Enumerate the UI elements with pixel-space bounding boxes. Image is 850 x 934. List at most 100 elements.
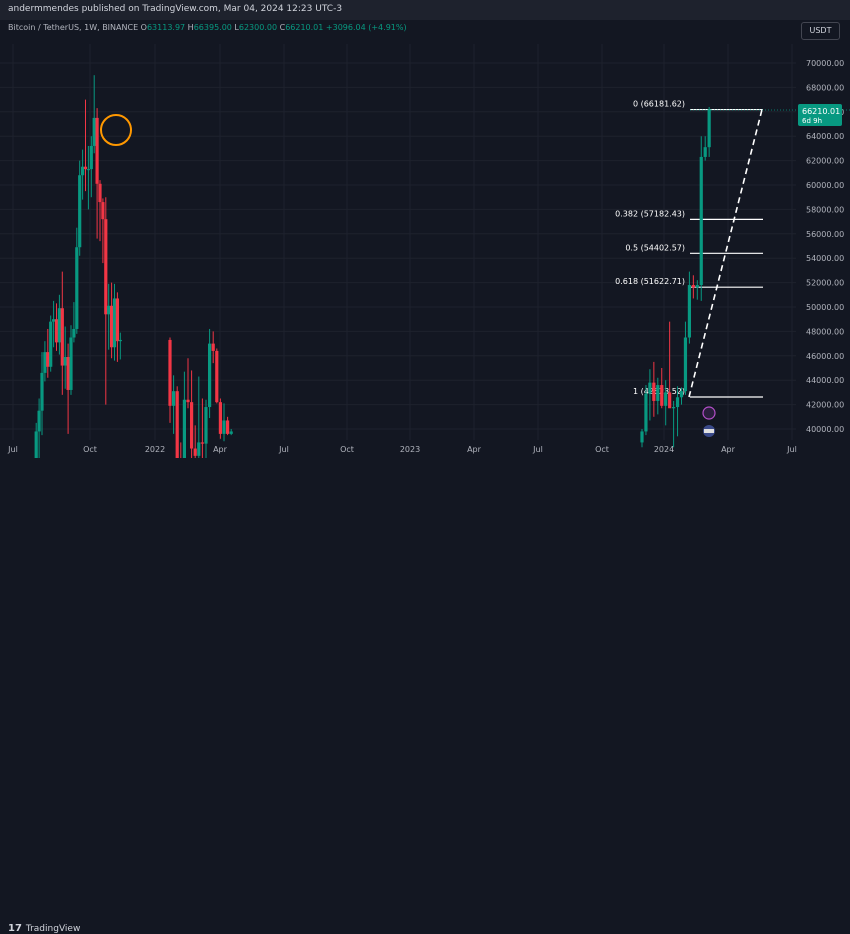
time-tick-label: Apr — [721, 445, 736, 454]
candle-body — [215, 350, 219, 403]
candle-body — [679, 391, 684, 398]
currency-button[interactable]: USDT — [801, 22, 840, 40]
price-tick-label: 54000.00 — [806, 254, 844, 263]
fib-level-label: 0.5 (54402.57) — [625, 243, 685, 252]
change-value: +3096.04 (+4.91%) — [325, 23, 407, 32]
price-tick-label: 40000.00 — [806, 425, 844, 434]
price-tick-label: 68000.00 — [806, 83, 844, 92]
time-tick-label: Apr — [213, 445, 228, 454]
candle-body — [668, 392, 672, 409]
candle-body — [707, 109, 711, 148]
candle-body — [115, 298, 119, 342]
time-tick-label: 2022 — [145, 445, 165, 454]
price-tick-label: 46000.00 — [806, 352, 844, 361]
candle-body — [54, 319, 59, 343]
price-tick-label: 70000.00 — [806, 59, 844, 68]
ohlc-key: C — [277, 23, 286, 32]
candle-body — [186, 399, 190, 403]
fib-level-label: 0 (66181.62) — [633, 100, 685, 109]
candle-body — [652, 382, 656, 401]
price-tick-label: 50000.00 — [806, 303, 844, 312]
candle-body — [190, 402, 194, 449]
candle-body — [229, 431, 233, 434]
candle-body — [703, 147, 707, 157]
price-axis: 70000.0068000.0066000.0064000.0062000.00… — [798, 59, 844, 434]
candle-body — [104, 219, 108, 315]
price-tick-label: 48000.00 — [806, 327, 844, 336]
time-tick-label: Jul — [786, 445, 797, 454]
candle-body — [118, 339, 122, 342]
price-chart[interactable]: 0 (66181.62) 0.382 (57182.43) 0.5 (54402.5… — [0, 0, 850, 482]
candle-body — [57, 308, 61, 343]
time-tick-label: Oct — [340, 445, 354, 454]
candle-body — [69, 337, 73, 390]
annotations — [100, 109, 850, 437]
symbol-name: Bitcoin / TetherUS, 1W, BINANCE — [8, 23, 139, 32]
candle-body — [46, 352, 50, 367]
time-tick-label: Jul — [278, 445, 289, 454]
last-price-countdown: 6d 9h — [802, 117, 822, 125]
time-axis: Jul Oct 2022 Apr Jul Oct 2023 Apr Jul Oct 2024 Apr J… — [7, 445, 797, 454]
candle-body — [63, 357, 67, 366]
time-tick-label: Oct — [595, 445, 609, 454]
candle-body — [672, 407, 676, 409]
price-tick-label: 62000.00 — [806, 157, 844, 166]
ohlc-value: 66210.01 — [285, 23, 324, 32]
candle-body — [197, 442, 201, 456]
candle-body — [226, 420, 230, 434]
price-tick-label: 56000.00 — [806, 230, 844, 239]
candle-body — [675, 397, 680, 408]
candle-body — [49, 321, 53, 367]
candle-body — [644, 393, 648, 432]
tradingview-logo-mark: 17 — [8, 923, 22, 934]
candle-body — [218, 402, 222, 434]
price-tick-label: 64000.00 — [806, 132, 844, 141]
candle-body — [699, 156, 703, 286]
time-tick-label: Jul — [7, 445, 18, 454]
symbol-legend: Bitcoin / TetherUS, 1W, BINANCE O63113.9… — [8, 23, 407, 32]
fib-level-label: 0.382 (57182.43) — [615, 209, 685, 218]
candle-body — [75, 247, 79, 329]
ohlc-value: 62300.00 — [238, 23, 278, 32]
time-tick-label: Jul — [532, 445, 543, 454]
candle-body — [95, 117, 99, 184]
time-tick-label: Oct — [83, 445, 97, 454]
price-tick-label: 60000.00 — [806, 181, 844, 190]
candle-body — [89, 145, 93, 170]
candle-body — [222, 420, 226, 434]
fib-retracement: 0 (66181.62) 0.382 (57182.43) 0.5 (54402.5… — [615, 100, 763, 398]
candle-body — [640, 431, 644, 443]
candle-body — [110, 305, 114, 348]
candle-body — [200, 442, 204, 444]
price-tick-label: 42000.00 — [806, 401, 844, 410]
last-price-value: 66210.01 — [802, 107, 840, 116]
candle-body — [52, 319, 56, 322]
candle-body — [78, 175, 82, 248]
candle-body — [664, 392, 668, 406]
candle-body — [37, 410, 41, 432]
tradingview-logo-text: TradingView — [25, 924, 81, 934]
candle-body — [660, 385, 664, 406]
ohlc-key: L — [231, 23, 239, 32]
candle-body — [172, 391, 176, 406]
ohlc-values: O63113.97 H66395.00 L62300.00 C66210.01 — [141, 23, 326, 32]
candle-body — [687, 285, 691, 338]
price-tick-label: 58000.00 — [806, 205, 844, 214]
candle-body — [211, 343, 215, 351]
candle-body — [60, 308, 64, 366]
candle-body — [86, 169, 90, 171]
candle-body — [204, 407, 208, 444]
tradingview-logo: 17 TradingView — [8, 923, 80, 934]
candle-body — [72, 328, 76, 338]
candle-body — [107, 305, 111, 315]
candle-body — [66, 357, 70, 390]
time-tick-label: 2024 — [654, 445, 674, 454]
candle-body — [691, 285, 695, 288]
ohlc-key: H — [185, 23, 194, 32]
candle-body — [112, 298, 117, 348]
ohlc-value: 63113.97 — [146, 23, 186, 32]
lightning-event-icon — [702, 406, 716, 420]
candle-body — [683, 337, 688, 392]
candle-body — [43, 352, 47, 373]
candle-body — [81, 166, 85, 176]
